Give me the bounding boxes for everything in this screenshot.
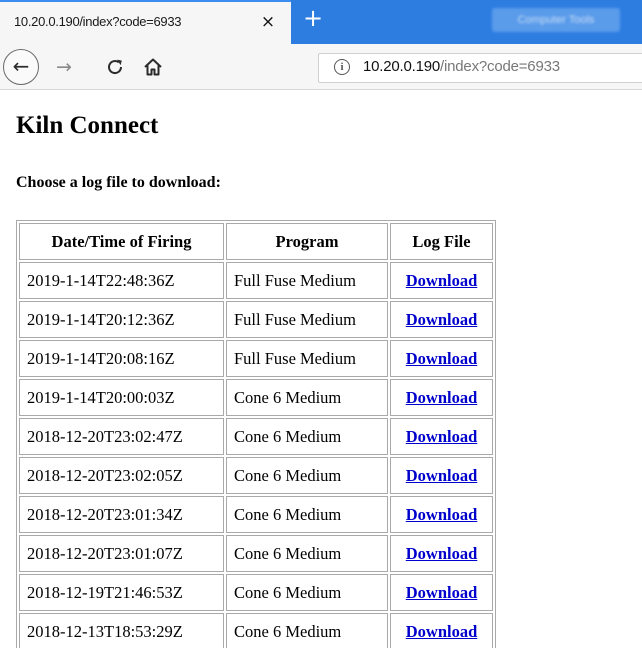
firing-program: Cone 6 Medium: [226, 613, 388, 648]
table-row: 2019-1-14T20:08:16Z Full Fuse Medium Dow…: [19, 340, 493, 377]
header-datetime: Date/Time of Firing: [19, 223, 224, 260]
home-icon[interactable]: [140, 54, 166, 80]
table-header-row: Date/Time of Firing Program Log File: [19, 223, 493, 260]
firing-program: Cone 6 Medium: [226, 379, 388, 416]
firing-datetime: 2019-1-14T20:00:03Z: [19, 379, 224, 416]
firing-datetime: 2018-12-19T21:46:53Z: [19, 574, 224, 611]
download-link[interactable]: Download: [406, 544, 478, 563]
table-row: 2019-1-14T20:12:36Z Full Fuse Medium Dow…: [19, 301, 493, 338]
other-tab[interactable]: Computer Tools: [492, 8, 620, 32]
table-row: 2018-12-20T23:01:07Z Cone 6 Medium Downl…: [19, 535, 493, 572]
firing-datetime: 2019-1-14T20:08:16Z: [19, 340, 224, 377]
info-icon[interactable]: i: [334, 59, 350, 75]
download-link[interactable]: Download: [406, 349, 478, 368]
back-arrow-icon[interactable]: ←: [3, 49, 39, 85]
download-prompt: Choose a log file to download:: [16, 174, 221, 191]
firing-datetime: 2018-12-20T23:01:07Z: [19, 535, 224, 572]
firing-program: Full Fuse Medium: [226, 301, 388, 338]
table-row: 2019-1-14T22:48:36Z Full Fuse Medium Dow…: [19, 262, 493, 299]
firing-program: Cone 6 Medium: [226, 496, 388, 533]
table-row: 2018-12-19T21:46:53Z Cone 6 Medium Downl…: [19, 574, 493, 611]
header-log-file: Log File: [390, 223, 493, 260]
tab-strip: 10.20.0.190/index?code=6933 × + Computer…: [0, 0, 642, 44]
firing-datetime: 2019-1-14T20:12:36Z: [19, 301, 224, 338]
table-row: 2018-12-20T23:01:34Z Cone 6 Medium Downl…: [19, 496, 493, 533]
forward-arrow-icon[interactable]: →: [52, 54, 76, 80]
tab-title: 10.20.0.190/index?code=6933: [14, 14, 182, 29]
url-path: /index?code=6933: [440, 58, 560, 75]
firing-program: Cone 6 Medium: [226, 457, 388, 494]
url-text[interactable]: 10.20.0.190/index?code=6933: [363, 58, 560, 75]
log-table: Date/Time of Firing Program Log File 201…: [16, 220, 496, 648]
firing-datetime: 2018-12-20T23:02:47Z: [19, 418, 224, 455]
firing-datetime: 2018-12-13T18:53:29Z: [19, 613, 224, 648]
reload-icon[interactable]: [102, 54, 128, 80]
table-row: 2018-12-13T18:53:29Z Cone 6 Medium Downl…: [19, 613, 493, 648]
download-link[interactable]: Download: [406, 622, 478, 641]
download-link[interactable]: Download: [406, 583, 478, 602]
url-host: 10.20.0.190: [363, 58, 441, 75]
header-program: Program: [226, 223, 388, 260]
firing-datetime: 2019-1-14T22:48:36Z: [19, 262, 224, 299]
navigation-bar: ← → i 10.20.0.190/index?code=6933: [0, 44, 642, 90]
table-row: 2018-12-20T23:02:05Z Cone 6 Medium Downl…: [19, 457, 493, 494]
download-link[interactable]: Download: [406, 271, 478, 290]
firing-program: Full Fuse Medium: [226, 340, 388, 377]
close-tab-icon[interactable]: ×: [258, 11, 278, 33]
download-link[interactable]: Download: [406, 427, 478, 446]
firing-program: Cone 6 Medium: [226, 418, 388, 455]
firing-program: Full Fuse Medium: [226, 262, 388, 299]
download-link[interactable]: Download: [406, 310, 478, 329]
address-bar[interactable]: i 10.20.0.190/index?code=6933: [318, 53, 642, 83]
active-tab[interactable]: 10.20.0.190/index?code=6933 ×: [0, 0, 291, 44]
firing-program: Cone 6 Medium: [226, 574, 388, 611]
firing-datetime: 2018-12-20T23:01:34Z: [19, 496, 224, 533]
table-row: 2018-12-20T23:02:47Z Cone 6 Medium Downl…: [19, 418, 493, 455]
download-link[interactable]: Download: [406, 466, 478, 485]
download-link[interactable]: Download: [406, 388, 478, 407]
firing-datetime: 2018-12-20T23:02:05Z: [19, 457, 224, 494]
new-tab-icon[interactable]: +: [300, 6, 326, 32]
firing-program: Cone 6 Medium: [226, 535, 388, 572]
page-title: Kiln Connect: [16, 112, 159, 139]
download-link[interactable]: Download: [406, 505, 478, 524]
table-row: 2019-1-14T20:00:03Z Cone 6 Medium Downlo…: [19, 379, 493, 416]
